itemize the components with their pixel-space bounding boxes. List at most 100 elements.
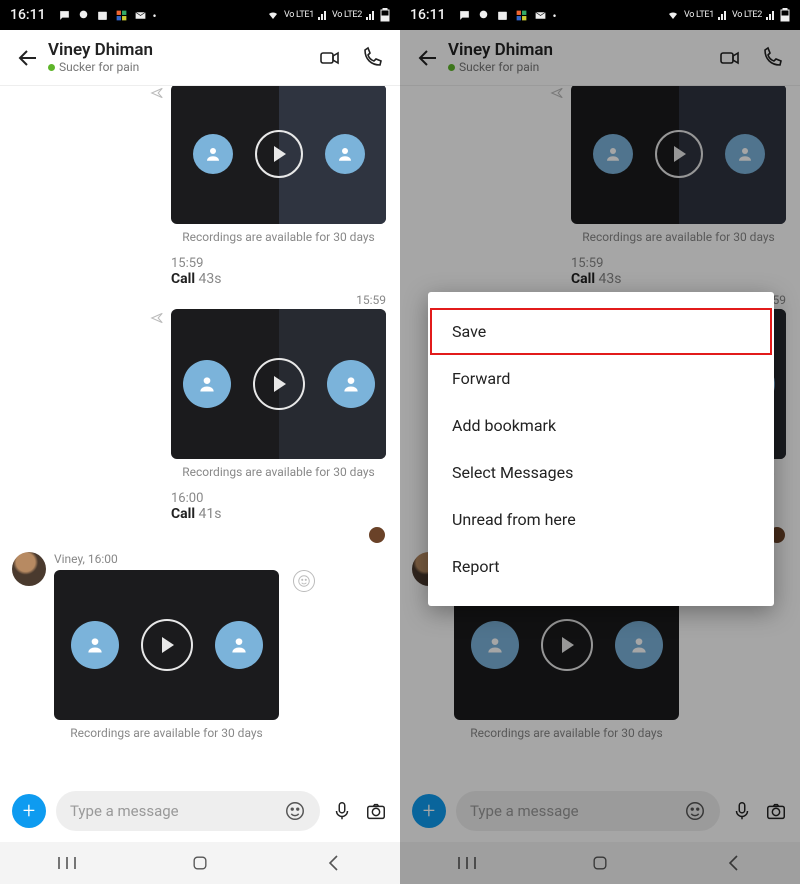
sender-avatar[interactable]	[12, 552, 46, 586]
add-button[interactable]: +	[12, 794, 46, 828]
video-call-button[interactable]	[718, 46, 742, 70]
play-button[interactable]	[141, 619, 193, 671]
react-button[interactable]	[293, 570, 315, 592]
nav-back-button[interactable]	[313, 854, 353, 872]
incoming-message[interactable]: Viney, 16:00 Recordings are available fo…	[0, 552, 400, 740]
camera-button[interactable]	[764, 799, 788, 823]
message-composer: + Type a message	[400, 780, 800, 842]
nav-recents-button[interactable]	[47, 855, 87, 871]
participant-avatar-icon	[593, 134, 633, 174]
call-label: Call	[171, 506, 195, 522]
wifi-icon	[266, 9, 280, 21]
message-composer: + Type a message	[0, 780, 400, 842]
play-button[interactable]	[253, 358, 305, 410]
recording-caption: Recordings are available for 30 days	[571, 230, 786, 244]
android-statusbar: 16:11 • Vo LTE1 Vo LTE2	[0, 0, 400, 30]
message-placeholder: Type a message	[70, 802, 179, 820]
call-entry[interactable]: 16:00 Call 41s	[171, 491, 386, 522]
back-button[interactable]	[10, 46, 46, 70]
message-input[interactable]: Type a message	[56, 791, 320, 831]
participant-avatar-icon	[325, 134, 365, 174]
signal-icon	[318, 10, 328, 20]
camera-button[interactable]	[364, 799, 388, 823]
message-timestamp: 15:59	[0, 293, 400, 307]
video-call-button[interactable]	[318, 46, 342, 70]
mic-button[interactable]	[330, 799, 354, 823]
alien-icon	[77, 9, 90, 22]
call-entry[interactable]: 15:59 Call 43s	[571, 256, 786, 287]
signal2-icon	[766, 10, 776, 20]
call-time: 15:59	[571, 256, 772, 271]
net2-label: Vo LTE2	[332, 10, 362, 20]
battery-icon	[780, 8, 790, 22]
read-receipt-avatar	[368, 526, 386, 544]
call-time: 16:00	[171, 491, 372, 506]
mail-icon	[134, 9, 147, 22]
recording-caption: Recordings are available for 30 days	[454, 726, 679, 740]
chat-content[interactable]: Recordings are available for 30 days 15:…	[0, 86, 400, 780]
emoji-icon[interactable]	[284, 800, 306, 822]
play-button[interactable]	[255, 130, 303, 178]
chat-header: Viney Dhiman Sucker for pain	[400, 30, 800, 86]
android-navbar	[0, 842, 400, 884]
battery-icon	[380, 8, 390, 22]
recording-card[interactable]	[54, 570, 279, 720]
voice-call-button[interactable]	[760, 46, 784, 70]
recording-caption: Recordings are available for 30 days	[171, 230, 386, 244]
play-icon	[274, 376, 286, 392]
nav-home-button[interactable]	[180, 853, 220, 873]
chat-title: Viney Dhiman	[448, 41, 553, 60]
recording-card[interactable]	[171, 309, 386, 459]
wifi-icon	[666, 9, 680, 21]
call-entry[interactable]: 15:59 Call 43s	[171, 256, 386, 287]
emoji-icon[interactable]	[684, 800, 706, 822]
play-icon	[674, 146, 686, 162]
ctx-item-select-messages[interactable]: Select Messages	[428, 449, 774, 496]
participant-avatar-icon	[183, 360, 231, 408]
participant-avatar-icon	[215, 621, 263, 669]
android-statusbar: 16:11 • Vo LTE1 Vo LTE2	[400, 0, 800, 30]
back-button[interactable]	[410, 46, 446, 70]
play-icon	[562, 637, 574, 653]
message-input[interactable]: Type a message	[456, 791, 720, 831]
play-icon	[162, 637, 174, 653]
ctx-item-save[interactable]: Save	[430, 308, 772, 355]
ctx-item-report[interactable]: Report	[428, 543, 774, 590]
chat-status-text: Sucker for pain	[59, 60, 139, 74]
call-duration: 43s	[599, 271, 622, 287]
call-duration: 43s	[199, 271, 222, 287]
nav-home-button[interactable]	[580, 853, 620, 873]
recording-card[interactable]	[171, 86, 386, 224]
pane-left: 16:11 • Vo LTE1 Vo LTE2 V	[0, 0, 400, 884]
play-icon	[274, 146, 286, 162]
recording-card[interactable]	[571, 86, 786, 224]
mic-button[interactable]	[730, 799, 754, 823]
participant-avatar-icon	[725, 134, 765, 174]
incoming-meta: Viney, 16:00	[54, 552, 386, 566]
calendar-icon	[496, 9, 509, 22]
chat-icon	[458, 9, 471, 22]
alien-icon	[477, 9, 490, 22]
statusbar-time: 16:11	[410, 7, 446, 23]
play-button[interactable]	[541, 619, 593, 671]
call-label: Call	[571, 271, 595, 287]
call-duration: 41s	[199, 506, 222, 522]
nav-recents-button[interactable]	[447, 855, 487, 871]
play-button[interactable]	[655, 130, 703, 178]
ctx-item-forward[interactable]: Forward	[428, 355, 774, 402]
nav-back-button[interactable]	[713, 854, 753, 872]
chat-status-text: Sucker for pain	[459, 60, 539, 74]
sent-arrow-icon	[149, 86, 165, 100]
add-button[interactable]: +	[412, 794, 446, 828]
chat-header: Viney Dhiman Sucker for pain	[0, 30, 400, 86]
sent-arrow-icon	[549, 86, 565, 100]
statusbar-time: 16:11	[10, 7, 46, 23]
participant-avatar-icon	[615, 621, 663, 669]
ctx-item-add-bookmark[interactable]: Add bookmark	[428, 402, 774, 449]
voice-call-button[interactable]	[360, 46, 384, 70]
calendar-icon	[96, 9, 109, 22]
presence-dot-icon	[448, 64, 455, 71]
presence-dot-icon	[48, 64, 55, 71]
ctx-item-unread-from-here[interactable]: Unread from here	[428, 496, 774, 543]
context-menu: Save Forward Add bookmark Select Message…	[428, 292, 774, 606]
